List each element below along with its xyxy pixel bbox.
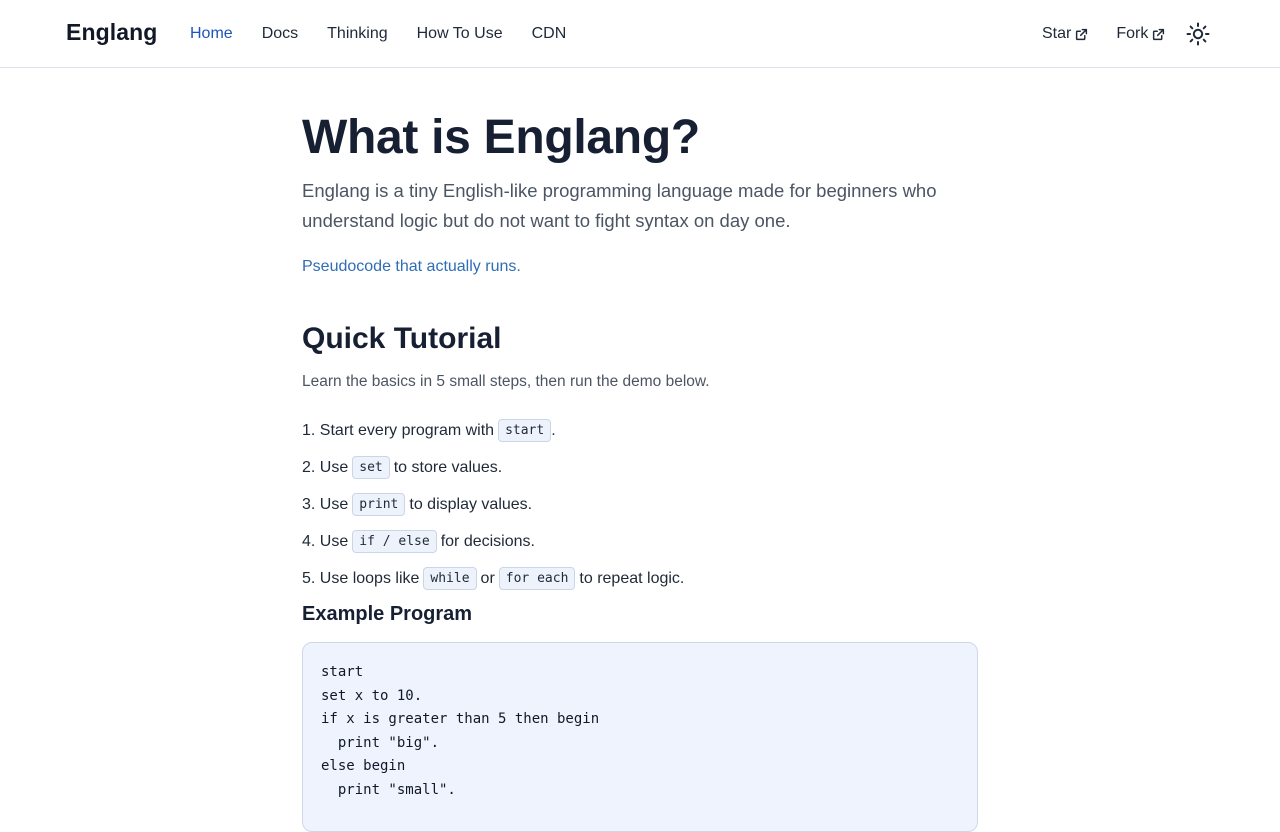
nav-link-thinking[interactable]: Thinking [327,24,387,44]
code-line: set x to 10. [321,687,423,704]
nav-link-how-to-use[interactable]: How To Use [417,24,503,44]
hero-lead: Englang is a tiny English-like programmi… [302,180,937,231]
step-number: 4. [302,532,316,550]
nav-link-cdn[interactable]: CDN [532,24,567,44]
code-line: if x is greater than 5 then begin [321,711,600,728]
step-number: 5. [302,569,316,587]
list-item: 4. Use if / else for decisions. [302,523,684,560]
list-item: 2. Use set to store values. [302,449,684,486]
step-text: or [480,569,495,587]
external-link-icon [1076,28,1088,40]
list-item: 5. Use loops like while or for each to repea… [302,560,684,597]
step-text: Use [319,458,349,476]
list-item: 1. Start every program with start. [302,412,684,449]
page-title: What is Englang? [302,111,700,164]
fork-label: Fork [1116,25,1149,42]
code-line: start [321,664,364,680]
step-text: Use loops like [319,569,420,587]
sun-icon[interactable] [1186,22,1210,46]
code-line: else begin [321,758,406,775]
inline-code: if / else [352,530,437,553]
step-text: Use [319,495,349,513]
brand-logo[interactable]: Englang [66,19,157,46]
list-item: 3. Use print to display values. [302,486,684,523]
step-number: 1. [302,421,316,439]
example-heading: Example Program [302,603,473,625]
step-number: 3. [302,495,316,513]
step-text: Use [319,532,349,550]
tutorial-steps: 1. Start every program with start. 2. Use… [302,412,684,597]
inline-code: for each [498,567,576,590]
inline-code: while [423,567,477,590]
tutorial-intro: Learn the basics in 5 small steps, then … [302,373,710,390]
step-text: to repeat logic. [579,569,685,587]
step-text: to store values. [393,458,503,476]
step-text: Start every program with [319,421,495,439]
step-text: for decisions. [440,532,535,550]
tutorial-heading: Quick Tutorial [302,322,502,355]
nav-link-home[interactable]: Home [190,24,233,44]
external-link-icon [1153,28,1165,40]
step-text: to display values. [409,495,533,513]
fork-link[interactable]: Fork [1116,24,1165,44]
main-nav: Home Docs Thinking How To Use CDN [190,24,595,44]
nav-right: Star Fork [1042,24,1165,44]
step-text: . [551,421,556,439]
code-line: print "small". [321,781,456,798]
inline-code: set [352,456,390,479]
step-number: 2. [302,458,316,476]
nav-link-docs[interactable]: Docs [262,24,298,44]
code-line: print "big". [321,734,440,751]
top-navbar: Englang Home Docs Thinking How To Use CD… [0,0,1280,68]
star-label: Star [1042,25,1072,42]
example-code-block: start set x to 10. if x is greater than … [302,642,978,832]
inline-code: print [352,493,406,516]
hero-tagline: Pseudocode that actually runs. [302,258,521,275]
star-link[interactable]: Star [1042,24,1088,44]
inline-code: start [498,419,552,442]
